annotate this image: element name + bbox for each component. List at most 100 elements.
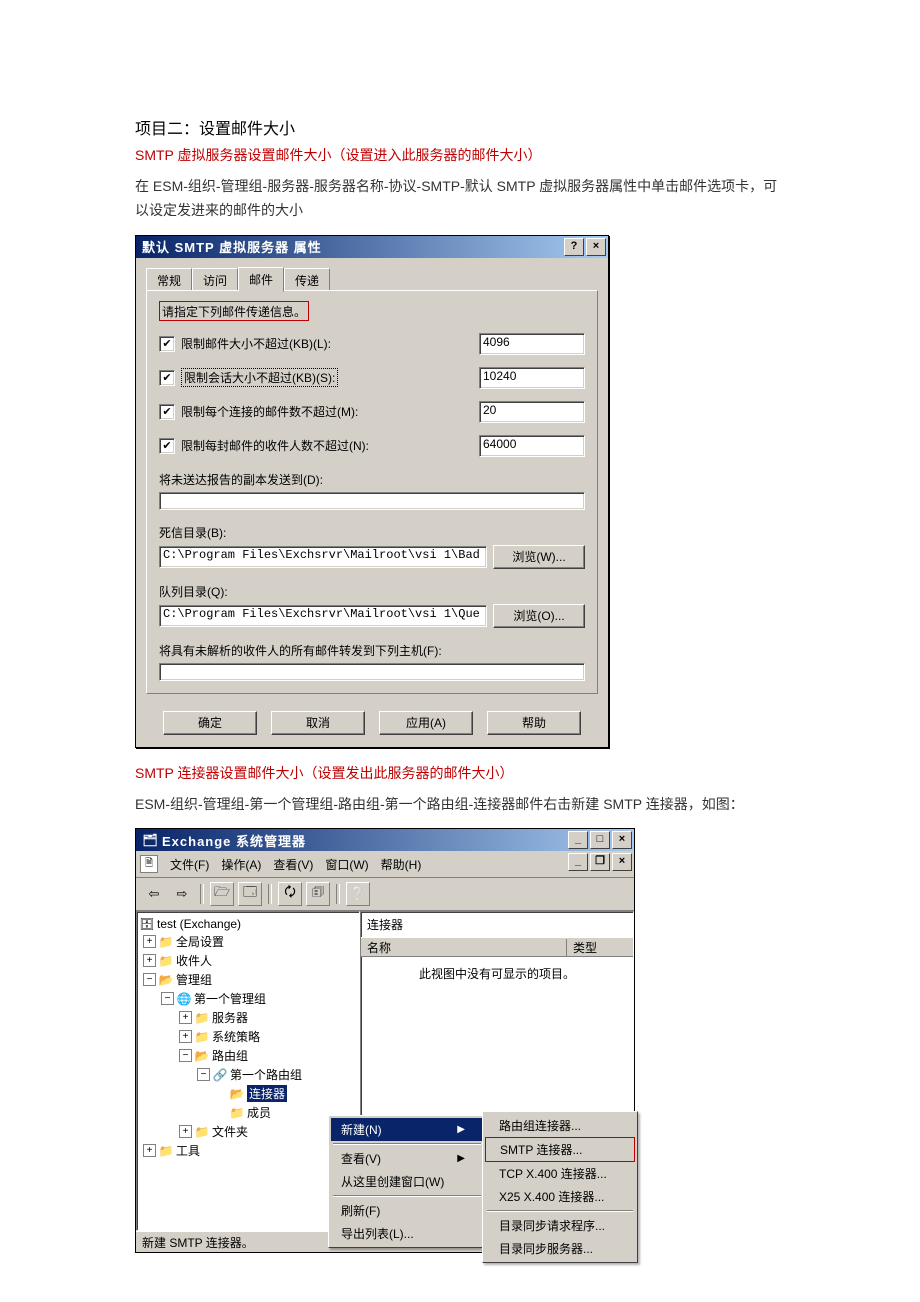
checkbox-limit-rcpt[interactable]: ✔: [159, 438, 175, 454]
checkbox-limit-msg-count[interactable]: ✔: [159, 404, 175, 420]
subheading-1: SMTP 虚拟服务器设置邮件大小（设置进入此服务器的邮件大小）: [135, 145, 785, 165]
sub-dirsync-req[interactable]: 目录同步请求程序...: [485, 1214, 635, 1237]
ndr-label: 将未送达报告的副本发送到(D):: [159, 471, 585, 488]
checkbox-limit-sess-size[interactable]: ✔: [159, 370, 175, 386]
tree-first-admin[interactable]: 第一个管理组: [194, 990, 266, 1007]
expander-icon[interactable]: −: [179, 1049, 192, 1062]
expander-icon[interactable]: +: [179, 1125, 192, 1138]
menu-window[interactable]: 窗口(W): [319, 854, 374, 875]
expander-icon[interactable]: −: [161, 992, 174, 1005]
back-icon[interactable]: ⇦: [142, 882, 166, 906]
tree-connectors[interactable]: 连接器: [247, 1085, 287, 1102]
tree-servers[interactable]: 服务器: [212, 1009, 248, 1026]
help-button[interactable]: ?: [564, 238, 584, 256]
browse-queue-button[interactable]: 浏览(O)...: [493, 604, 585, 628]
dialog-titlebar[interactable]: 默认 SMTP 虚拟服务器 属性 ? ×: [136, 236, 608, 258]
expander-icon[interactable]: +: [179, 1011, 192, 1024]
forward-input[interactable]: [159, 663, 585, 681]
input-limit-msg-count[interactable]: 20: [479, 401, 585, 423]
expander-icon[interactable]: +: [143, 1144, 156, 1157]
label-limit-msg-size: 限制邮件大小不超过(KB)(L):: [181, 335, 479, 352]
sub-smtp-conn[interactable]: SMTP 连接器...: [485, 1137, 635, 1162]
expander-icon[interactable]: +: [143, 954, 156, 967]
tab-general[interactable]: 常规: [146, 268, 192, 291]
mdi-close-button[interactable]: ×: [612, 853, 632, 871]
menu-view[interactable]: 查看(V): [267, 854, 319, 875]
ok-button[interactable]: 确定: [163, 711, 257, 735]
ctx-new-label: 新建(N): [341, 1121, 382, 1138]
tree-members[interactable]: 成员: [247, 1104, 271, 1121]
tree-root[interactable]: test (Exchange): [157, 917, 241, 931]
close-button[interactable]: ×: [586, 238, 606, 256]
new-submenu[interactable]: 路由组连接器... SMTP 连接器... TCP X.400 连接器... X…: [482, 1111, 638, 1263]
tree-first-route[interactable]: 第一个路由组: [230, 1066, 302, 1083]
tab-delivery[interactable]: 传递: [284, 268, 330, 291]
label-limit-msg-count: 限制每个连接的邮件数不超过(M):: [181, 403, 479, 420]
apply-button[interactable]: 应用(A): [379, 711, 473, 735]
tree-policies[interactable]: 系统策略: [212, 1028, 260, 1045]
ctx-export[interactable]: 导出列表(L)...: [331, 1222, 483, 1245]
cancel-button[interactable]: 取消: [271, 711, 365, 735]
input-limit-rcpt[interactable]: 64000: [479, 435, 585, 457]
sub-tcp-x400[interactable]: TCP X.400 连接器...: [485, 1162, 635, 1185]
badmail-path-input[interactable]: C:\Program Files\Exchsrvr\Mailroot\vsi 1…: [159, 546, 487, 568]
tree-routing[interactable]: 路由组: [212, 1047, 248, 1064]
context-menu[interactable]: 新建(N) ▶ 查看(V) ▶ 从这里创建窗口(W) 刷新(F) 导出列表(L)…: [328, 1115, 486, 1248]
tab-mail[interactable]: 邮件: [238, 267, 284, 292]
label-limit-rcpt: 限制每封邮件的收件人数不超过(N):: [181, 437, 479, 454]
list-header[interactable]: 名称 类型: [361, 937, 633, 957]
org-icon: 🗄: [139, 917, 155, 931]
browse-badmail-button[interactable]: 浏览(W)...: [493, 545, 585, 569]
properties-icon[interactable]: 🗔: [238, 882, 262, 906]
min-button[interactable]: _: [568, 831, 588, 849]
max-button[interactable]: □: [590, 831, 610, 849]
dialog-title: 默认 SMTP 虚拟服务器 属性: [142, 237, 564, 256]
ctx-refresh[interactable]: 刷新(F): [331, 1199, 483, 1222]
col-name[interactable]: 名称: [361, 939, 567, 956]
help-button-bottom[interactable]: 帮助: [487, 711, 581, 735]
expander-icon[interactable]: −: [197, 1068, 210, 1081]
refresh-icon[interactable]: 🗘: [278, 882, 302, 906]
forward-icon[interactable]: ⇨: [170, 882, 194, 906]
contexthelp-icon[interactable]: ❔: [346, 882, 370, 906]
col-type[interactable]: 类型: [567, 939, 633, 956]
mmc-close-button[interactable]: ×: [612, 831, 632, 849]
mdi-min-button[interactable]: _: [568, 853, 588, 871]
export-icon[interactable]: 🗊: [306, 882, 330, 906]
doc-title: 项目二：设置邮件大小: [135, 115, 785, 139]
ctx-view[interactable]: 查看(V) ▶: [331, 1147, 483, 1170]
expander-icon[interactable]: +: [143, 935, 156, 948]
mdi-restore-button[interactable]: ❐: [590, 853, 610, 871]
document-icon: 🗎: [140, 855, 158, 873]
sub-route-conn[interactable]: 路由组连接器...: [485, 1114, 635, 1137]
tree-recipients[interactable]: 收件人: [176, 952, 212, 969]
tree-global[interactable]: 全局设置: [176, 933, 224, 950]
input-limit-msg-size[interactable]: 4096: [479, 333, 585, 355]
smtp-properties-dialog: 默认 SMTP 虚拟服务器 属性 ? × 常规 访问 邮件 传递 请指定下列邮件…: [135, 235, 609, 748]
sub-x25-x400[interactable]: X25 X.400 连接器...: [485, 1185, 635, 1208]
tree-admin-groups[interactable]: 管理组: [176, 971, 212, 988]
tab-access[interactable]: 访问: [192, 268, 238, 291]
expander-icon[interactable]: −: [143, 973, 156, 986]
queue-label: 队列目录(Q):: [159, 583, 585, 600]
badmail-label: 死信目录(B):: [159, 524, 585, 541]
tree-pane[interactable]: 🗄test (Exchange) +📁全局设置 +📁收件人 −📂管理组 −🌐第一…: [136, 911, 360, 1231]
up-icon[interactable]: 🗁: [210, 882, 234, 906]
checkbox-limit-msg-size[interactable]: ✔: [159, 336, 175, 352]
expander-icon[interactable]: +: [179, 1030, 192, 1043]
tree-tools[interactable]: 工具: [176, 1142, 200, 1159]
mmc-titlebar[interactable]: 🗂 Exchange 系统管理器 _ □ ×: [136, 829, 634, 851]
ctx-new-window[interactable]: 从这里创建窗口(W): [331, 1170, 483, 1193]
menu-action[interactable]: 操作(A): [215, 854, 267, 875]
menu-file[interactable]: 文件(F): [164, 854, 215, 875]
tree-folders[interactable]: 文件夹: [212, 1123, 248, 1140]
ndr-input[interactable]: [159, 492, 585, 510]
ctx-new[interactable]: 新建(N) ▶: [331, 1118, 483, 1141]
globe-icon: 🌐: [176, 992, 192, 1006]
queue-path-input[interactable]: C:\Program Files\Exchsrvr\Mailroot\vsi 1…: [159, 605, 487, 627]
input-limit-sess-size[interactable]: 10240: [479, 367, 585, 389]
sub-dirsync-srv[interactable]: 目录同步服务器...: [485, 1237, 635, 1260]
arrow-right-icon: ▶: [457, 1124, 465, 1135]
menu-help[interactable]: 帮助(H): [375, 854, 428, 875]
folder-open-icon: 📂: [158, 973, 174, 987]
